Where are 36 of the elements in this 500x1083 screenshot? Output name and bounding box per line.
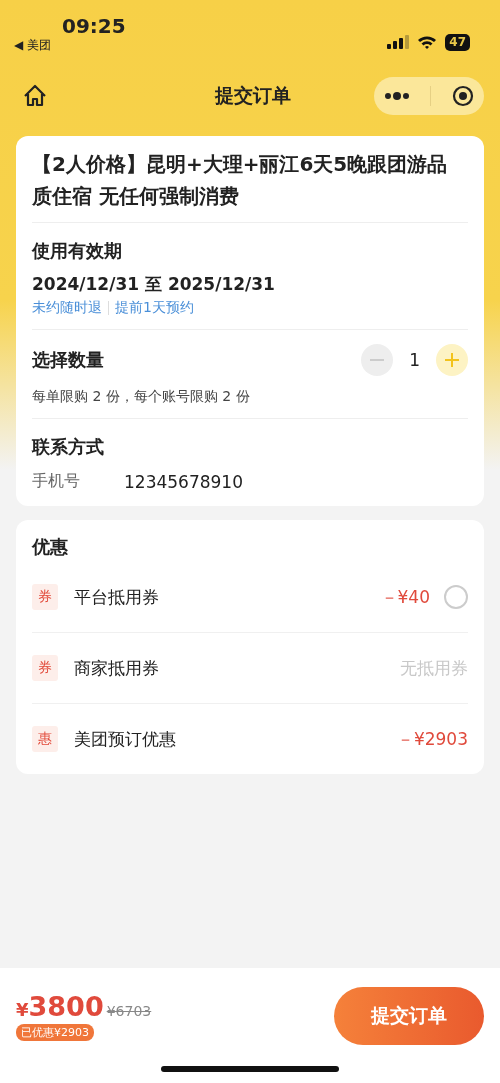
signal-icon xyxy=(387,35,410,49)
phone-label: 手机号 xyxy=(32,471,81,492)
more-icon[interactable] xyxy=(384,92,411,100)
page-title: 提交订单 xyxy=(215,83,291,108)
policy-tag: 未约随时退 xyxy=(32,299,102,317)
status-time: 09:25 xyxy=(62,14,126,38)
battery-icon: 47 xyxy=(445,33,470,51)
policy-tag: 提前1天预约 xyxy=(115,299,194,317)
saved-badge: 已优惠¥2903 xyxy=(16,1024,94,1041)
section-title: 使用有效期 xyxy=(32,239,123,263)
plus-icon xyxy=(443,351,461,369)
purchase-limit: 每单限购 2 份，每个账号限购 2 份 xyxy=(32,388,251,406)
section-title: 优惠 xyxy=(32,535,69,559)
section-title: 选择数量 xyxy=(32,348,104,372)
quantity-value: 1 xyxy=(409,350,420,370)
discount-name: 平台抵用券 xyxy=(74,585,159,609)
home-icon[interactable] xyxy=(22,83,48,109)
total-price: 3800 xyxy=(28,991,104,1022)
phone-field[interactable]: 12345678910 xyxy=(124,471,243,492)
product-title: 【2人价格】昆明+大理+丽江6天5晚跟团游品质住宿 无任何强制消费 xyxy=(32,136,468,223)
original-price: ¥6703 xyxy=(106,1003,152,1019)
section-title: 联系方式 xyxy=(32,435,105,459)
coupon-badge: 券 xyxy=(32,655,58,681)
discount-name: 商家抵用券 xyxy=(74,656,159,680)
currency-sign: ¥ xyxy=(16,999,29,1020)
minus-icon xyxy=(370,359,385,361)
discount-name: 美团预订优惠 xyxy=(74,727,176,751)
radio-button[interactable] xyxy=(444,585,468,609)
discount-value: －¥40 xyxy=(380,585,430,609)
back-to-app-link[interactable]: ◀ 美团 xyxy=(14,38,126,52)
close-icon[interactable] xyxy=(451,85,474,107)
coupon-badge: 券 xyxy=(32,584,58,610)
wifi-icon xyxy=(417,35,438,49)
discount-value: －¥2903 xyxy=(396,727,468,751)
coupon-badge: 惠 xyxy=(32,726,58,752)
validity-dates: 2024/12/31 至 2025/12/31 xyxy=(32,273,276,296)
